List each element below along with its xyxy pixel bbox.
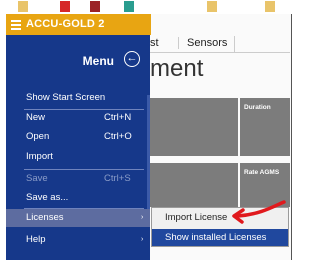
menu-item-label: Save [26,173,48,184]
tile[interactable] [150,98,238,156]
submenu-item-label: Show installed Licenses [165,232,267,243]
folder-icon[interactable] [265,1,275,12]
menu-item-label: Save as... [26,192,69,203]
menu-item-label: New [26,112,46,123]
divider [24,169,144,170]
tab-partial[interactable]: st [150,37,159,49]
folder-icon[interactable] [207,1,217,12]
app-icon[interactable] [90,1,100,12]
menu-item-label: Import [26,151,53,162]
menu-item-shortcut: Ctrl+O [104,131,132,142]
tab-bar: st Sensors [150,36,290,53]
app-icon[interactable] [124,1,134,12]
menu-item-shortcut: Ctrl+N [104,112,132,123]
pdf-icon[interactable] [60,1,70,12]
submenu-item-show-installed-licenses[interactable]: Show installed Licenses [152,229,288,246]
menu-item-new[interactable]: New Ctrl+N [6,110,150,126]
tab-sensors[interactable]: Sensors [178,37,227,49]
menu-title: Menu [82,54,114,68]
menu-item-save-as[interactable]: Save as... [6,190,150,206]
menu-item-help[interactable]: Help › [6,232,150,248]
menu-item-label: Licenses [26,212,64,223]
menu-header: Menu ← [6,51,150,71]
chevron-right-icon: › [141,236,144,243]
app-title: ACCU-GOLD 2 [26,18,105,30]
tile-label: Duration [244,104,271,111]
folder-icon[interactable] [18,1,28,12]
tile[interactable] [150,163,238,207]
chevron-right-icon: › [141,214,144,221]
hamburger-icon[interactable] [11,20,21,32]
desktop-strip [0,0,296,14]
tile-label: Rate AGMS [244,169,280,176]
menu-item-label: Help [26,234,46,245]
submenu-item-label: Import License [165,212,228,223]
menu-item-licenses[interactable]: Licenses › [6,209,150,227]
menu-item-import[interactable]: Import [6,149,150,165]
title-bar: ACCU-GOLD 2 [6,14,151,35]
menu-item-label: Show Start Screen [26,92,106,103]
menu-item-save[interactable]: Save Ctrl+S [6,171,150,187]
menu-item-label: Open [26,131,50,142]
back-arrow-icon[interactable]: ← [124,51,140,67]
menu-panel: Menu ← Show Start Screen New Ctrl+N Open… [6,35,150,260]
tile-duration[interactable]: Duration [240,98,290,156]
annotation-arrow-icon [232,200,286,224]
page-title: ment [150,55,204,82]
menu-item-show-start-screen[interactable]: Show Start Screen [6,90,150,106]
menu-item-open[interactable]: Open Ctrl+O [6,129,150,145]
menu-item-shortcut: Ctrl+S [104,173,131,184]
